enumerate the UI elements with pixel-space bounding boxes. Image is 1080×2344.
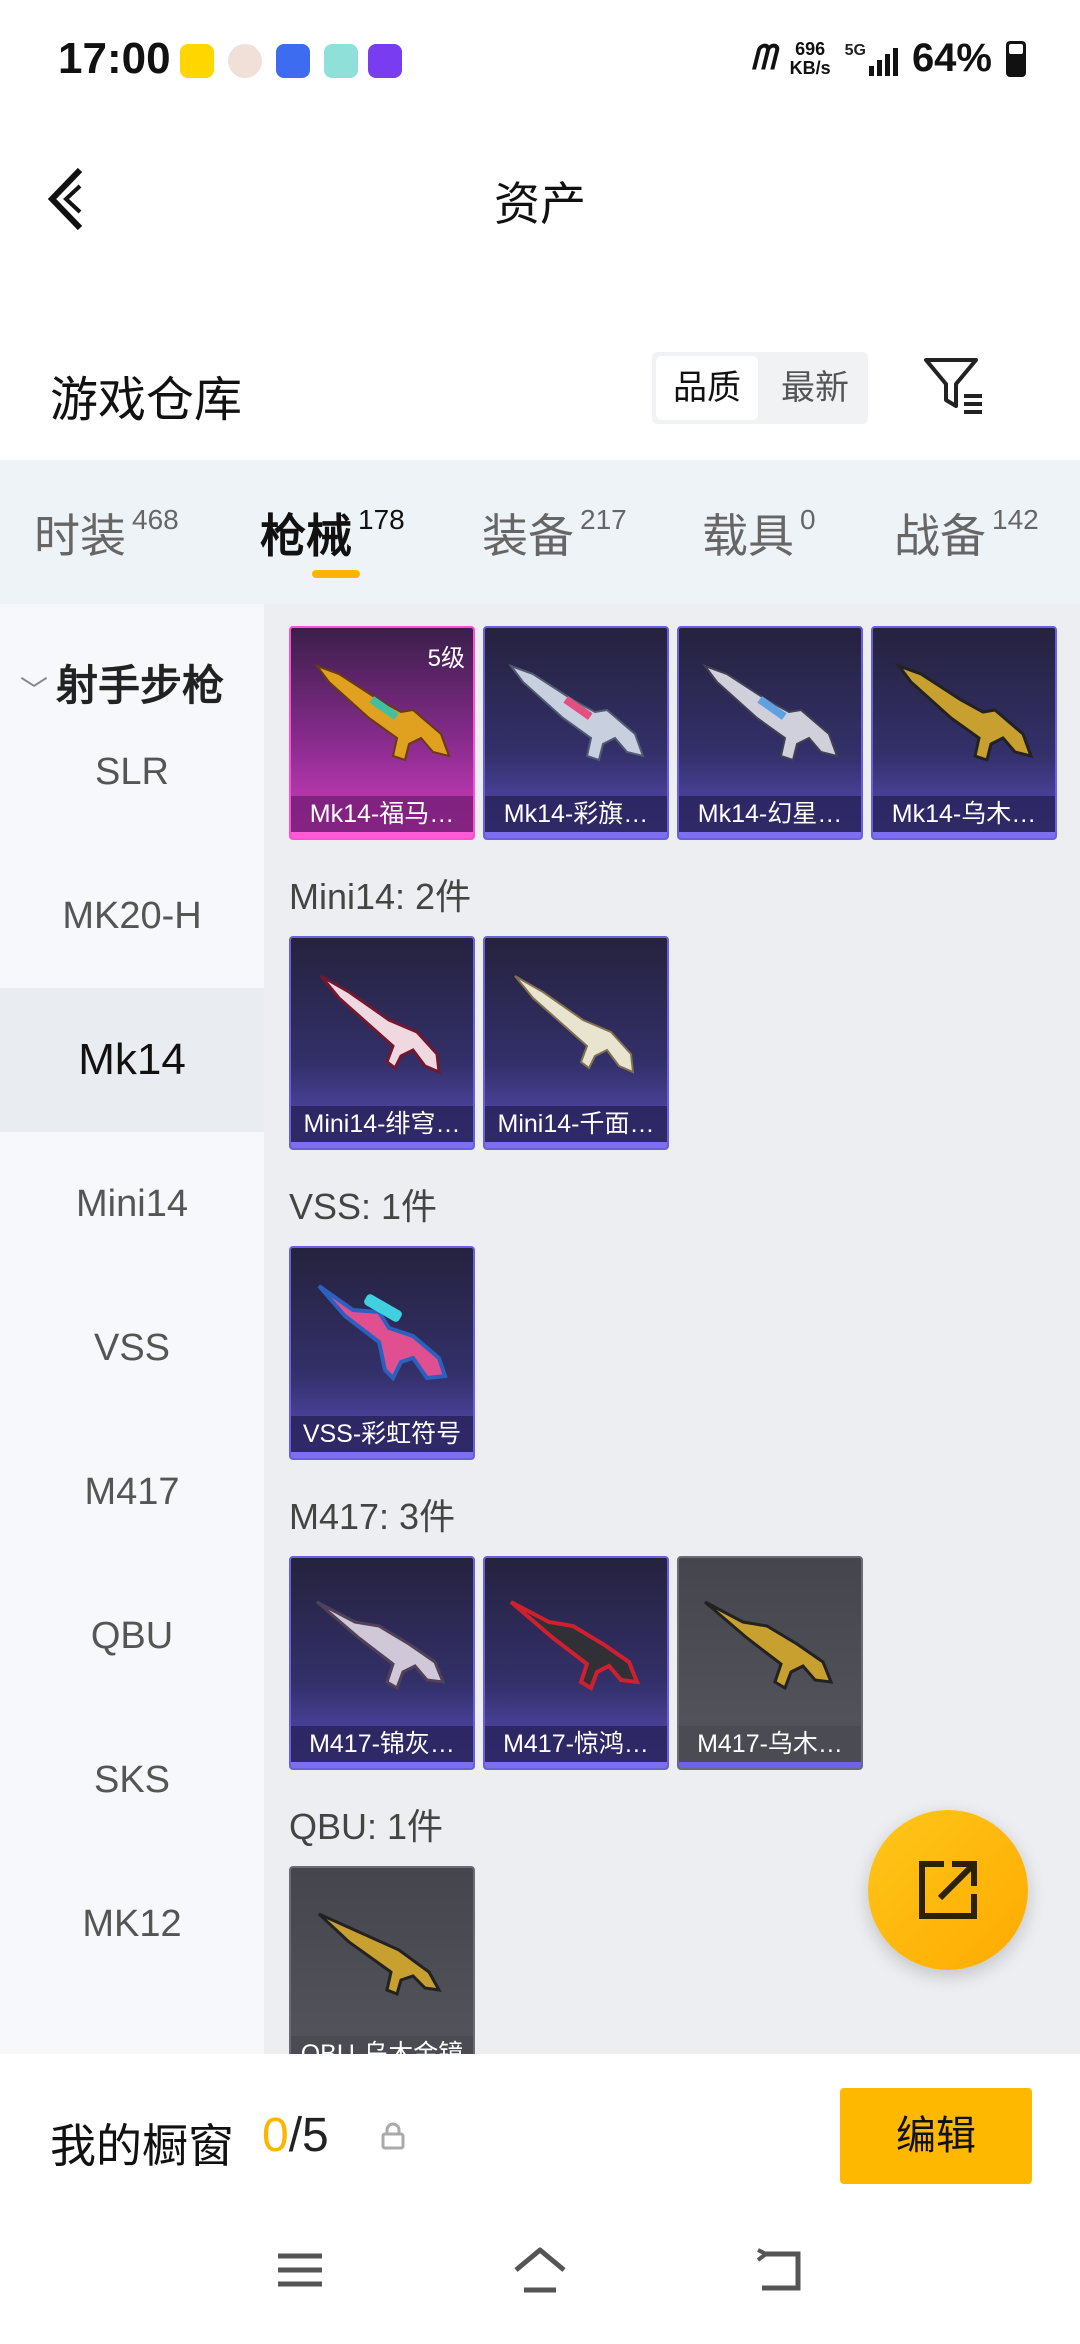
back-nav-icon[interactable] <box>754 2248 806 2294</box>
card-name: Mini14-绯穹… <box>303 1110 461 1138</box>
system-nav-bar <box>0 2230 1080 2330</box>
tab-supplies[interactable]: 战备 142 <box>894 500 1039 566</box>
app-notification-icon-3 <box>368 44 402 78</box>
net-speed: 696 KB/s <box>789 38 831 78</box>
card-name: M417-锦灰… <box>309 1730 455 1758</box>
lock-icon <box>380 2122 406 2155</box>
weapon-card[interactable]: VSS-彩虹符号 <box>289 1246 475 1460</box>
rifle-icon <box>509 1600 641 1691</box>
card-name: QBU-乌木金镜 <box>300 2040 464 2054</box>
battery-icon <box>1006 40 1026 77</box>
sidebar-item-mk20h[interactable]: MK20-H <box>0 844 264 988</box>
app-notification-icon <box>180 44 214 78</box>
sidebar-item-mini14[interactable]: Mini14 <box>0 1132 264 1276</box>
filter-icon <box>924 358 982 414</box>
tab-label: 枪械 <box>260 510 352 562</box>
card-name: Mk14-彩旗… <box>503 800 649 828</box>
card-name: M417-乌木… <box>697 1730 843 1758</box>
card-name: M417-惊鸿… <box>503 1730 649 1758</box>
card-name: Mini14-千面… <box>497 1110 655 1138</box>
battery-percent: 64% <box>911 36 992 80</box>
showcase-current: 0 <box>262 2109 289 2162</box>
tab-equipment[interactable]: 装备 217 <box>482 500 627 566</box>
showcase-label: 我的橱窗 <box>50 2120 234 2172</box>
menu-icon[interactable] <box>276 2250 324 2290</box>
tab-label: 载具 <box>702 510 794 562</box>
rifle-icon <box>316 1600 446 1691</box>
card-level: 5级 <box>427 645 465 672</box>
sort-toggle: 品质 最新 <box>652 352 868 424</box>
rifle-icon <box>317 1912 442 1997</box>
card-name: Mk14-福马… <box>309 800 455 828</box>
sidebar-item-slr[interactable]: SLR <box>0 700 264 844</box>
weapon-card[interactable]: Mk14-彩旗… <box>483 626 669 840</box>
group-label-m417: M417: 3件 <box>289 1496 456 1537</box>
sidebar-item-m417[interactable]: M417 <box>0 1420 264 1564</box>
weapon-card[interactable]: M417-惊鸿… <box>483 1556 669 1770</box>
card-name: Mk14-乌木… <box>891 800 1037 828</box>
rifle-icon <box>702 663 839 762</box>
weapon-card[interactable]: Mini14-千面… <box>483 936 669 1150</box>
avatar-notification-icon <box>228 44 262 78</box>
rifle-icon <box>508 663 645 762</box>
rifle-icon <box>704 1600 834 1691</box>
app-notification-icon-2 <box>324 44 358 78</box>
tab-count: 0 <box>800 504 816 535</box>
rifle-icon <box>317 1284 448 1382</box>
signal-icon: 5G <box>845 42 898 76</box>
sort-newest-option[interactable]: 最新 <box>762 352 868 424</box>
warehouse-title: 游戏仓库 <box>50 374 243 427</box>
weapon-card[interactable]: Mini14-绯穹… <box>289 936 475 1150</box>
tab-fashion[interactable]: 时装 468 <box>34 500 179 566</box>
tab-count: 142 <box>992 504 1039 535</box>
sidebar-item-mk14[interactable]: Mk14 <box>0 988 264 1132</box>
weapon-card[interactable]: M417-锦灰… <box>289 1556 475 1770</box>
group-label-mini14: Mini14: 2件 <box>289 876 472 917</box>
weapon-card[interactable]: QBU-乌木金镜 <box>289 1866 475 2054</box>
edit-button[interactable]: 编辑 <box>840 2088 1032 2184</box>
tab-label: 装备 <box>482 510 574 562</box>
card-name: Mk14-幻星… <box>697 800 843 828</box>
sidebar-item-mk12[interactable]: MK12 <box>0 1852 264 1996</box>
rifle-icon <box>319 974 441 1075</box>
status-time: 17:00 <box>58 34 171 83</box>
page-title: 资产 <box>494 178 586 230</box>
tab-vehicles[interactable]: 载具 0 <box>702 500 816 566</box>
sort-quality-option[interactable]: 品质 <box>656 356 759 420</box>
tab-label: 战备 <box>894 510 986 562</box>
showcase-total: /5 <box>288 2109 329 2162</box>
group-label-qbu: QBU: 1件 <box>289 1806 444 1847</box>
net-speed-unit: KB/s <box>789 57 831 78</box>
showcase-count: 0/5 <box>262 2108 329 2163</box>
share-icon <box>919 1861 977 1919</box>
active-tab-indicator <box>312 570 360 578</box>
category-tabs: 时装 468 枪械 178 装备 217 载具 0 战备 142 <box>0 460 1080 604</box>
tab-label: 时装 <box>34 510 126 562</box>
card-name: VSS-彩虹符号 <box>302 1420 462 1448</box>
vivo-notification-icon <box>276 44 310 78</box>
group-label-vss: VSS: 1件 <box>289 1186 438 1227</box>
weapon-card[interactable]: Mk14-乌木… <box>871 626 1057 840</box>
weapon-sidebar: ﹀ 射手步枪 SLR MK20-H Mk14 Mini14 VSS M417 QB… <box>0 604 264 2054</box>
sidebar-item-qbu[interactable]: QBU <box>0 1564 264 1708</box>
tab-count: 178 <box>358 504 405 535</box>
tab-guns[interactable]: 枪械 178 <box>260 500 405 566</box>
tab-count: 468 <box>132 504 179 535</box>
sidebar-item-vss[interactable]: VSS <box>0 1276 264 1420</box>
tab-count: 217 <box>580 504 627 535</box>
rifle-icon <box>894 662 1034 762</box>
weapon-card[interactable]: 5级 Mk14-福马… <box>289 626 475 840</box>
filter-button[interactable] <box>920 352 986 418</box>
home-icon[interactable] <box>512 2246 568 2294</box>
status-bar: 17:00 ᗰ 696 KB/s 5G 64% <box>0 0 1080 120</box>
speed-icon: ᗰ <box>751 39 776 77</box>
weapon-card[interactable]: Mk14-幻星… <box>677 626 863 840</box>
net-speed-value: 696 <box>795 38 826 59</box>
sidebar-item-sks[interactable]: SKS <box>0 1708 264 1852</box>
rifle-icon <box>514 975 635 1074</box>
network-type: 5G <box>844 41 866 59</box>
weapon-card[interactable]: M417-乌木… <box>677 1556 863 1770</box>
share-fab-button[interactable] <box>868 1810 1028 1970</box>
